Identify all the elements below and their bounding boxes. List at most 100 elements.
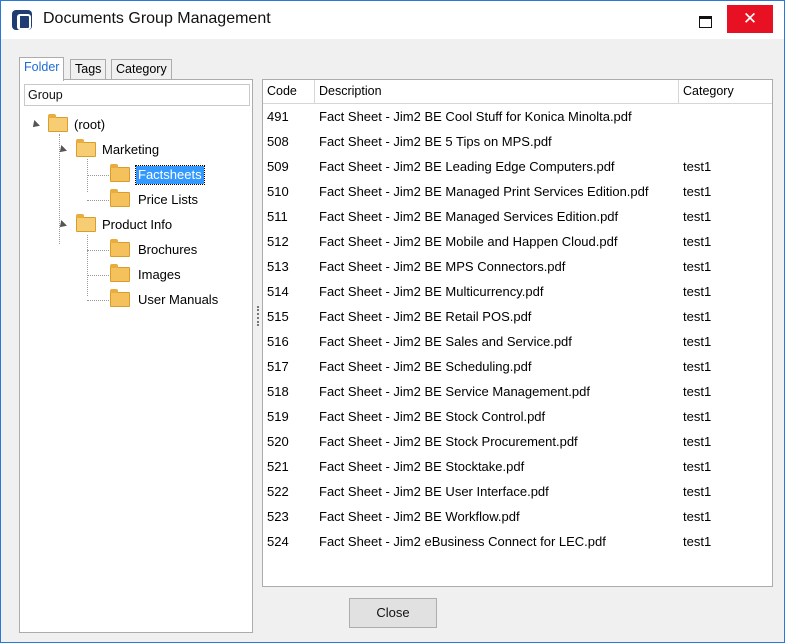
table-row[interactable]: 524 Fact Sheet - Jim2 eBusiness Connect f… (263, 529, 772, 554)
table-row[interactable]: 519 Fact Sheet - Jim2 BE Stock Control.pd… (263, 404, 772, 429)
cell-description: Fact Sheet - Jim2 BE Stock Control.pdf (319, 409, 546, 424)
cell-code: 520 (267, 434, 289, 449)
close-window-button[interactable]: ✕ (727, 5, 773, 33)
folder-open-icon (76, 214, 96, 232)
cell-description: Fact Sheet - Jim2 BE MPS Connectors.pdf (319, 259, 566, 274)
cell-description: Fact Sheet - Jim2 BE Mobile and Happen C… (319, 234, 618, 249)
tree-node-price-lists[interactable]: Price Lists (20, 189, 250, 213)
tree-node-root[interactable]: (root) (20, 114, 250, 138)
tree-node-label: Product Info (102, 217, 173, 232)
table-row[interactable]: 516 Fact Sheet - Jim2 BE Sales and Servic… (263, 329, 772, 354)
tab-tags[interactable]: Tags (70, 59, 107, 80)
column-header-category[interactable]: Category (679, 80, 772, 104)
tree-node-label: Price Lists (138, 192, 198, 207)
window-title: Documents Group Management (43, 10, 271, 27)
grid-header: Code Description Category (263, 80, 772, 104)
tree-node-label: User Manuals (138, 292, 219, 307)
table-row[interactable]: 514 Fact Sheet - Jim2 BE Multicurrency.pd… (263, 279, 772, 304)
folder-icon (110, 264, 130, 282)
cell-description: Fact Sheet - Jim2 BE User Interface.pdf (319, 484, 549, 499)
table-row[interactable]: 522 Fact Sheet - Jim2 BE User Interface.p… (263, 479, 772, 504)
cell-code: 521 (267, 459, 289, 474)
app-logo-icon (12, 10, 32, 30)
cell-code: 516 (267, 334, 289, 349)
table-row[interactable]: 509 Fact Sheet - Jim2 BE Leading Edge Com… (263, 154, 772, 179)
close-button[interactable]: Close (349, 598, 437, 628)
cell-code: 508 (267, 134, 289, 149)
cell-category: test1 (683, 159, 712, 174)
folder-open-icon (48, 114, 68, 132)
tree-node-product-info[interactable]: Product Info (20, 214, 250, 238)
folder-icon (110, 289, 130, 307)
cell-category: test1 (683, 459, 712, 474)
cell-description: Fact Sheet - Jim2 BE Cool Stuff for Koni… (319, 109, 632, 124)
table-row[interactable]: 515 Fact Sheet - Jim2 BE Retail POS.pdf te… (263, 304, 772, 329)
cell-code: 519 (267, 409, 289, 424)
cell-description: Fact Sheet - Jim2 BE Multicurrency.pdf (319, 284, 544, 299)
column-header-description[interactable]: Description (315, 80, 679, 104)
cell-code: 515 (267, 309, 289, 324)
cell-description: Fact Sheet - Jim2 BE Sales and Service.p… (319, 334, 572, 349)
folder-icon (110, 164, 130, 182)
table-row[interactable]: 517 Fact Sheet - Jim2 BE Scheduling.pdf te… (263, 354, 772, 379)
column-header-code[interactable]: Code (263, 80, 315, 104)
table-row[interactable]: 512 Fact Sheet - Jim2 BE Mobile and Happe… (263, 229, 772, 254)
cell-code: 523 (267, 509, 289, 524)
maximize-button[interactable] (690, 7, 720, 33)
cell-description: Fact Sheet - Jim2 BE Scheduling.pdf (319, 359, 532, 374)
tab-folder[interactable]: Folder (19, 57, 65, 81)
table-row[interactable]: 521 Fact Sheet - Jim2 BE Stocktake.pdf tes… (263, 454, 772, 479)
cell-category: test1 (683, 384, 712, 399)
table-row[interactable]: 510 Fact Sheet - Jim2 BE Managed Print Se… (263, 179, 772, 204)
table-row[interactable]: 520 Fact Sheet - Jim2 BE Stock Procuremen… (263, 429, 772, 454)
group-column-header[interactable]: Group (24, 84, 250, 106)
cell-code: 513 (267, 259, 289, 274)
footer-separator (19, 587, 773, 588)
tree-node-label: Marketing (102, 142, 160, 157)
table-row[interactable]: 491 Fact Sheet - Jim2 BE Cool Stuff for K… (263, 104, 772, 129)
panel-splitter[interactable] (257, 306, 259, 326)
table-row[interactable]: 508 Fact Sheet - Jim2 BE 5 Tips on MPS.pd… (263, 129, 772, 154)
tree-node-marketing[interactable]: Marketing (20, 139, 250, 163)
tree-node-label: (root) (74, 117, 106, 132)
cell-description: Fact Sheet - Jim2 eBusiness Connect for … (319, 534, 606, 549)
cell-category: test1 (683, 234, 712, 249)
cell-code: 509 (267, 159, 289, 174)
documents-grid[interactable]: Code Description Category 491 Fact Sheet … (262, 79, 773, 587)
tab-category[interactable]: Category (111, 59, 172, 80)
tree-node-user-manuals[interactable]: User Manuals (20, 289, 250, 313)
cell-description: Fact Sheet - Jim2 BE Managed Services Ed… (319, 209, 619, 224)
tree-node-images[interactable]: Images (20, 264, 250, 288)
cell-category: test1 (683, 409, 712, 424)
tree-node-label: Brochures (138, 242, 198, 257)
title-bar[interactable]: Documents Group Management ✕ (1, 1, 784, 39)
cell-category: test1 (683, 434, 712, 449)
cell-category: test1 (683, 484, 712, 499)
tree-node-factsheets[interactable]: Factsheets (20, 164, 250, 188)
cell-description: Fact Sheet - Jim2 BE Workflow.pdf (319, 509, 520, 524)
cell-category: test1 (683, 259, 712, 274)
tree-node-brochures[interactable]: Brochures (20, 239, 250, 263)
expand-arrow-icon[interactable] (30, 120, 40, 130)
table-row[interactable]: 511 Fact Sheet - Jim2 BE Managed Services… (263, 204, 772, 229)
cell-code: 518 (267, 384, 289, 399)
table-row[interactable]: 513 Fact Sheet - Jim2 BE MPS Connectors.p… (263, 254, 772, 279)
table-row[interactable]: 523 Fact Sheet - Jim2 BE Workflow.pdf test… (263, 504, 772, 529)
cell-category (679, 104, 772, 129)
cell-description: Fact Sheet - Jim2 BE Stocktake.pdf (319, 459, 525, 474)
cell-category: test1 (683, 509, 712, 524)
cell-category: test1 (683, 534, 712, 549)
documents-group-management-window: Documents Group Management ✕ Folder Tags… (0, 0, 785, 643)
cell-category: test1 (683, 209, 712, 224)
expand-arrow-icon[interactable] (57, 145, 67, 155)
cell-code: 514 (267, 284, 289, 299)
table-row[interactable]: 518 Fact Sheet - Jim2 BE Service Manageme… (263, 379, 772, 404)
cell-category (679, 129, 772, 154)
tree-node-label: Factsheets (135, 165, 205, 185)
cell-code: 512 (267, 234, 289, 249)
folder-icon (110, 189, 130, 207)
group-tree[interactable]: (root) Marketing Factsheets Price Lists (20, 106, 252, 626)
folder-icon (110, 239, 130, 257)
expand-arrow-icon[interactable] (57, 220, 67, 230)
cell-category: test1 (683, 334, 712, 349)
